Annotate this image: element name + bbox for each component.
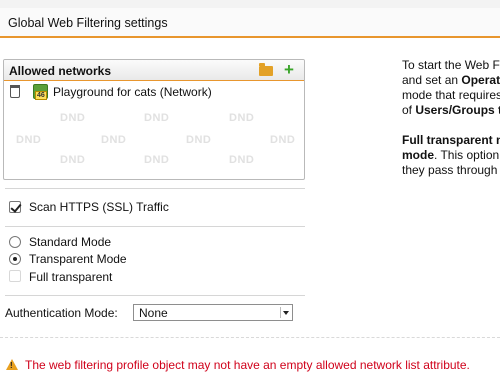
scan-https-checkbox[interactable]	[9, 201, 21, 213]
dnd-watermark: DND	[144, 154, 170, 166]
chevron-down-icon	[280, 307, 290, 318]
dnd-watermark: DND	[229, 154, 255, 166]
dnd-watermark: DND	[270, 134, 296, 146]
authentication-mode-label: Authentication Mode:	[5, 306, 118, 320]
window-header: Global Web Filtering settings	[0, 8, 500, 38]
allowed-networks-list[interactable]: DND DND DND DND DND DND DND DND DND DND …	[4, 81, 304, 179]
help-bold: mode	[402, 148, 435, 162]
help-bold: Full transparent n	[402, 133, 500, 147]
help-text: To start the Web F and set an Operat mod…	[402, 58, 500, 193]
scan-https-label: Scan HTTPS (SSL) Traffic	[29, 200, 169, 214]
dnd-watermark: DND	[101, 134, 127, 146]
list-item[interactable]: 46 Playground for cats (Network)	[4, 84, 304, 102]
help-line: To start the Web F	[402, 58, 500, 72]
full-transparent-label: Full transparent	[29, 270, 113, 284]
help-line: of	[402, 103, 416, 117]
standard-mode-label: Standard Mode	[29, 235, 112, 249]
allowed-networks-header: Allowed networks +	[4, 60, 304, 81]
help-line: . This option	[434, 148, 500, 162]
standard-mode-radio[interactable]	[9, 236, 21, 248]
dnd-watermark: DND	[16, 134, 42, 146]
network-badge: 46	[35, 91, 47, 100]
transparent-mode-radio[interactable]	[9, 253, 21, 265]
authentication-mode-value: None	[139, 306, 168, 320]
full-transparent-checkbox[interactable]	[9, 270, 21, 282]
divider	[5, 226, 305, 227]
help-line: they pass through	[402, 163, 498, 177]
help-line: mode that requires	[402, 88, 500, 102]
allowed-networks-title: Allowed networks	[9, 64, 112, 78]
dnd-watermark: DND	[144, 112, 170, 124]
trash-icon[interactable]	[10, 85, 20, 98]
divider	[0, 337, 500, 338]
list-item-label: Playground for cats (Network)	[53, 85, 212, 99]
allowed-networks-panel: Allowed networks + DND DND DND DND DND D…	[3, 59, 305, 180]
error-message: The web filtering profile object may not…	[25, 358, 470, 372]
top-strip	[0, 0, 500, 8]
help-bold: Operat	[461, 73, 500, 87]
help-bold: Users/Groups t	[415, 103, 500, 117]
divider	[5, 295, 305, 296]
help-line: and set an	[402, 73, 462, 87]
dnd-watermark: DND	[60, 112, 86, 124]
dnd-watermark: DND	[186, 134, 212, 146]
folder-icon[interactable]	[259, 63, 273, 76]
plus-icon[interactable]: +	[284, 61, 294, 79]
dnd-watermark: DND	[60, 154, 86, 166]
transparent-mode-label: Transparent Mode	[29, 252, 127, 266]
divider	[5, 188, 305, 189]
warning-icon: !	[6, 359, 18, 370]
authentication-mode-select[interactable]: None	[133, 304, 293, 321]
dnd-watermark: DND	[229, 112, 255, 124]
window-title: Global Web Filtering settings	[8, 16, 168, 30]
